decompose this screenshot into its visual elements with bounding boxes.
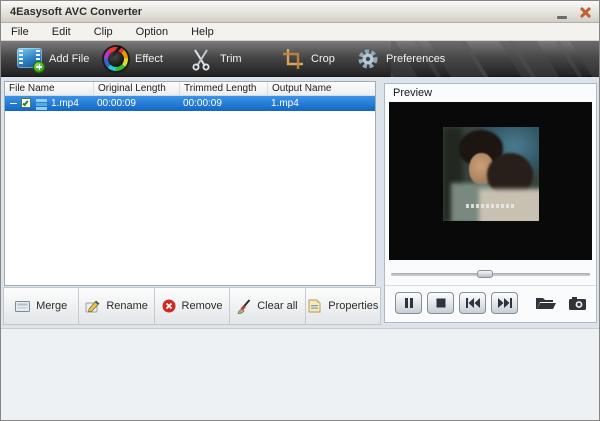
crop-label: Crop (311, 53, 335, 65)
stop-button[interactable] (427, 292, 454, 314)
crop-button[interactable]: Crop (282, 41, 335, 77)
preview-video-area (389, 102, 592, 260)
effect-label: Effect (135, 53, 163, 65)
add-file-label: Add File (49, 53, 90, 65)
file-list-panel: File Name Original Length Trimmed Length… (4, 81, 376, 286)
pause-button[interactable] (395, 292, 422, 314)
properties-label: Properties (328, 300, 379, 312)
next-button[interactable] (491, 292, 518, 314)
video-file-icon (36, 99, 47, 110)
add-file-icon (17, 47, 45, 73)
menu-bar: File Edit Clip Option Help (1, 23, 599, 41)
stop-icon (436, 298, 445, 308)
rename-icon (85, 300, 100, 313)
preferences-icon (358, 49, 378, 69)
preferences-button[interactable]: Preferences (357, 41, 445, 77)
collapse-minus-icon[interactable] (10, 103, 17, 104)
output-settings-panel: Audio Track 0x2 aac 2 channels und Subti… (1, 328, 599, 420)
app-window: 4Easysoft AVC Converter File Edit Clip O… (0, 0, 600, 421)
file-list-header: File Name Original Length Trimmed Length… (5, 82, 375, 96)
window-title: 4Easysoft AVC Converter (10, 5, 143, 18)
row-checkbox[interactable] (21, 98, 31, 108)
cell-trimmed-length: 00:00:09 (183, 98, 222, 109)
title-bar: 4Easysoft AVC Converter (1, 1, 599, 23)
menu-clip[interactable]: Clip (94, 26, 113, 38)
trim-button[interactable]: Trim (189, 41, 242, 77)
remove-label: Remove (181, 300, 223, 312)
preview-divider (385, 285, 596, 286)
column-header-original-length[interactable]: Original Length (93, 82, 179, 96)
clear-all-button[interactable]: Clear all (230, 288, 306, 324)
properties-button[interactable]: Properties (306, 288, 380, 324)
column-header-output-name[interactable]: Output Name (267, 82, 375, 96)
rename-label: Rename (106, 300, 148, 312)
snapshot-camera-icon[interactable] (569, 296, 586, 310)
preview-panel: Preview (384, 83, 597, 323)
merge-button[interactable]: Merge (4, 288, 80, 324)
merge-icon (15, 300, 31, 312)
add-file-button[interactable]: Add File (17, 41, 89, 77)
close-button[interactable] (578, 5, 593, 20)
toolbar: Add File Effect Trim Crop Preferences (1, 41, 599, 77)
menu-option[interactable]: Option (136, 26, 168, 38)
effect-button[interactable]: Effect (104, 41, 163, 77)
properties-icon (308, 299, 321, 313)
rename-button[interactable]: Rename (79, 288, 155, 324)
table-row[interactable]: 1.mp4 00:00:09 00:00:09 1.mp4 (5, 96, 375, 111)
preview-slider-handle[interactable] (476, 270, 493, 278)
open-folder-icon[interactable] (535, 296, 557, 310)
list-actions-bar: Merge Rename Remove Clear all Properties (3, 287, 381, 325)
pause-icon (404, 298, 413, 308)
menu-help[interactable]: Help (191, 26, 214, 38)
cell-original-length: 00:00:09 (97, 98, 136, 109)
remove-button[interactable]: Remove (155, 288, 231, 324)
column-header-trimmed-length[interactable]: Trimmed Length (179, 82, 267, 96)
clear-all-icon (237, 298, 251, 314)
preview-title: Preview (393, 87, 433, 99)
cell-output-name: 1.mp4 (271, 98, 299, 109)
minimize-button[interactable] (555, 6, 568, 19)
preview-extra-tools (535, 296, 586, 310)
effect-icon (104, 47, 128, 71)
clear-all-label: Clear all (257, 300, 298, 312)
previous-button[interactable] (459, 292, 486, 314)
menu-file[interactable]: File (11, 26, 29, 38)
playback-controls (395, 292, 518, 316)
menu-edit[interactable]: Edit (52, 26, 71, 38)
crop-icon (283, 49, 303, 69)
column-header-file-name[interactable]: File Name (5, 82, 93, 96)
cell-file-name: 1.mp4 (51, 98, 79, 109)
preview-seek-slider[interactable] (391, 268, 590, 280)
remove-icon (162, 299, 176, 313)
preferences-label: Preferences (386, 53, 446, 65)
next-icon (497, 298, 512, 308)
previous-icon (465, 298, 480, 308)
merge-label: Merge (36, 300, 68, 312)
trim-label: Trim (220, 53, 242, 65)
trim-scissors-icon (192, 49, 210, 71)
preview-video-frame (443, 127, 539, 221)
